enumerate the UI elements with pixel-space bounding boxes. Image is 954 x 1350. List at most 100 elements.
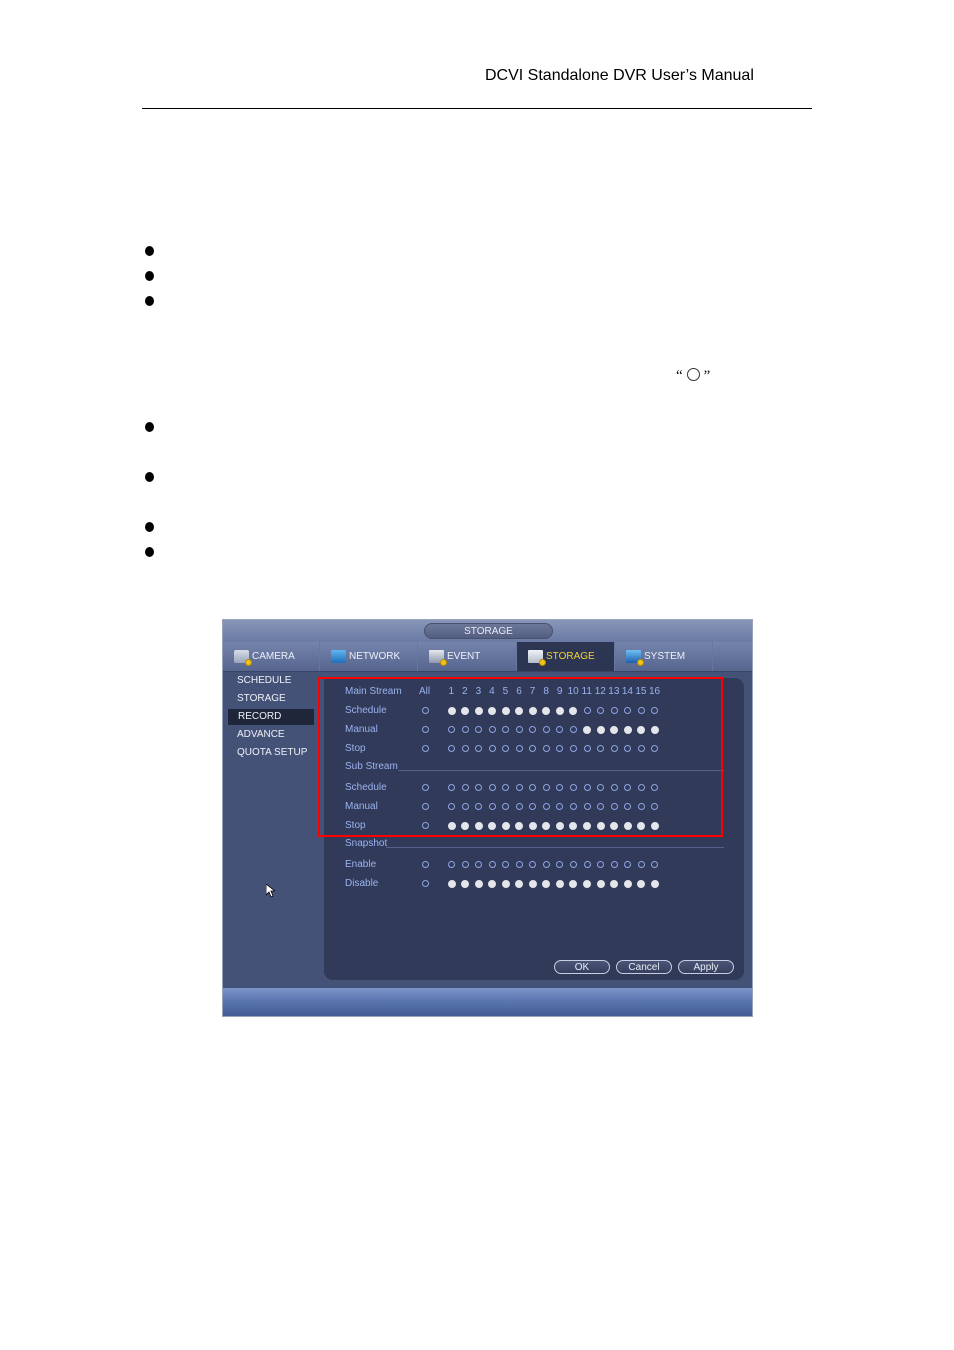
snapshot-disable-channel-radio[interactable]: [461, 879, 470, 888]
apply-button[interactable]: Apply: [678, 960, 734, 974]
main-schedule-all-radio[interactable]: [422, 707, 429, 714]
main-manual-channel-radio[interactable]: [502, 726, 510, 733]
main-stop-channel-radio[interactable]: [502, 745, 510, 752]
sub-stop-channel-radio[interactable]: [501, 821, 510, 830]
sidebar-item-storage[interactable]: STORAGE: [227, 691, 314, 707]
main-stop-channel-radio[interactable]: [569, 745, 577, 752]
snapshot-enable-channel-radio[interactable]: [610, 861, 618, 868]
sub-manual-channel-radio[interactable]: [624, 803, 632, 810]
main-manual-channel-radio[interactable]: [650, 725, 659, 734]
sub-stop-channel-radio[interactable]: [637, 821, 646, 830]
main-stop-channel-radio[interactable]: [475, 745, 483, 752]
sub-manual-channel-radio[interactable]: [529, 803, 537, 810]
sub-schedule-channel-radio[interactable]: [637, 784, 645, 791]
main-stop-channel-radio[interactable]: [529, 745, 537, 752]
snapshot-enable-channel-radio[interactable]: [556, 861, 564, 868]
main-stop-channel-radio[interactable]: [610, 745, 618, 752]
sub-manual-channel-radio[interactable]: [651, 803, 659, 810]
sub-schedule-all-radio[interactable]: [422, 784, 429, 791]
sub-manual-channel-radio[interactable]: [597, 803, 605, 810]
main-manual-channel-radio[interactable]: [529, 726, 537, 733]
main-manual-channel-radio[interactable]: [569, 726, 577, 733]
snapshot-enable-channel-radio[interactable]: [569, 861, 577, 868]
main-schedule-channel-radio[interactable]: [569, 706, 578, 715]
sub-schedule-channel-radio[interactable]: [556, 784, 564, 791]
snapshot-disable-channel-radio[interactable]: [610, 879, 619, 888]
main-schedule-channel-radio[interactable]: [597, 707, 605, 714]
main-manual-channel-radio[interactable]: [623, 725, 632, 734]
main-schedule-channel-radio[interactable]: [624, 707, 632, 714]
sub-stop-channel-radio[interactable]: [555, 821, 564, 830]
snapshot-disable-channel-radio[interactable]: [583, 879, 591, 888]
ok-button[interactable]: OK: [554, 960, 610, 974]
snapshot-disable-all-radio[interactable]: [422, 880, 429, 887]
sidebar-item-record[interactable]: RECORD: [227, 709, 314, 725]
snapshot-enable-all-radio[interactable]: [422, 861, 429, 868]
sub-schedule-channel-radio[interactable]: [488, 784, 496, 791]
sub-manual-channel-radio[interactable]: [502, 803, 510, 810]
snapshot-enable-channel-radio[interactable]: [624, 861, 632, 868]
sub-stop-channel-radio[interactable]: [569, 821, 578, 830]
main-schedule-channel-radio[interactable]: [528, 706, 537, 715]
main-schedule-channel-radio[interactable]: [651, 707, 659, 714]
main-manual-channel-radio[interactable]: [475, 726, 483, 733]
sub-manual-channel-radio[interactable]: [461, 803, 469, 810]
sidebar-item-advance[interactable]: ADVANCE: [227, 727, 314, 743]
main-manual-channel-radio[interactable]: [556, 726, 564, 733]
sub-manual-channel-radio[interactable]: [583, 803, 591, 810]
main-stop-channel-radio[interactable]: [542, 745, 550, 752]
snapshot-enable-channel-radio[interactable]: [515, 861, 523, 868]
sub-stop-channel-radio[interactable]: [474, 821, 483, 830]
snapshot-disable-channel-radio[interactable]: [569, 879, 578, 888]
main-manual-channel-radio[interactable]: [637, 725, 646, 734]
sub-schedule-channel-radio[interactable]: [569, 784, 577, 791]
snapshot-disable-channel-radio[interactable]: [542, 879, 551, 888]
cancel-button[interactable]: Cancel: [616, 960, 672, 974]
snapshot-disable-channel-radio[interactable]: [650, 879, 659, 888]
sub-manual-channel-radio[interactable]: [542, 803, 550, 810]
sub-manual-channel-radio[interactable]: [569, 803, 577, 810]
snapshot-disable-channel-radio[interactable]: [488, 879, 497, 888]
main-manual-channel-radio[interactable]: [583, 725, 591, 734]
snapshot-disable-channel-radio[interactable]: [501, 879, 510, 888]
sub-schedule-channel-radio[interactable]: [624, 784, 632, 791]
tab-event[interactable]: EVENT: [418, 642, 517, 671]
tab-storage[interactable]: STORAGE: [517, 642, 615, 671]
snapshot-enable-channel-radio[interactable]: [637, 861, 645, 868]
main-manual-channel-radio[interactable]: [448, 726, 455, 733]
main-schedule-channel-radio[interactable]: [637, 707, 645, 714]
sub-stop-channel-radio[interactable]: [583, 821, 591, 830]
sub-stop-channel-radio[interactable]: [596, 821, 605, 830]
main-stop-channel-radio[interactable]: [448, 745, 455, 752]
snapshot-enable-channel-radio[interactable]: [542, 861, 550, 868]
main-stop-channel-radio[interactable]: [515, 745, 523, 752]
sub-schedule-channel-radio[interactable]: [583, 784, 591, 791]
main-stop-channel-radio[interactable]: [461, 745, 469, 752]
sub-schedule-channel-radio[interactable]: [461, 784, 469, 791]
main-schedule-channel-radio[interactable]: [542, 706, 551, 715]
sub-stop-all-radio[interactable]: [422, 822, 429, 829]
snapshot-disable-channel-radio[interactable]: [623, 879, 632, 888]
sub-manual-channel-radio[interactable]: [610, 803, 618, 810]
sub-schedule-channel-radio[interactable]: [542, 784, 550, 791]
snapshot-enable-channel-radio[interactable]: [597, 861, 605, 868]
main-stop-channel-radio[interactable]: [637, 745, 645, 752]
snapshot-enable-channel-radio[interactable]: [448, 861, 455, 868]
snapshot-disable-channel-radio[interactable]: [528, 879, 537, 888]
snapshot-disable-channel-radio[interactable]: [474, 879, 483, 888]
main-manual-channel-radio[interactable]: [610, 725, 619, 734]
sub-manual-all-radio[interactable]: [422, 803, 429, 810]
snapshot-disable-channel-radio[interactable]: [596, 879, 605, 888]
main-schedule-channel-radio[interactable]: [555, 706, 564, 715]
snapshot-enable-channel-radio[interactable]: [529, 861, 537, 868]
snapshot-disable-channel-radio[interactable]: [447, 879, 456, 888]
sub-schedule-channel-radio[interactable]: [529, 784, 537, 791]
snapshot-disable-channel-radio[interactable]: [637, 879, 646, 888]
main-manual-channel-radio[interactable]: [461, 726, 469, 733]
main-schedule-channel-radio[interactable]: [461, 706, 470, 715]
tab-camera[interactable]: CAMERA: [223, 642, 320, 671]
sub-manual-channel-radio[interactable]: [475, 803, 483, 810]
sub-schedule-channel-radio[interactable]: [475, 784, 483, 791]
sub-manual-channel-radio[interactable]: [637, 803, 645, 810]
sub-schedule-channel-radio[interactable]: [515, 784, 523, 791]
